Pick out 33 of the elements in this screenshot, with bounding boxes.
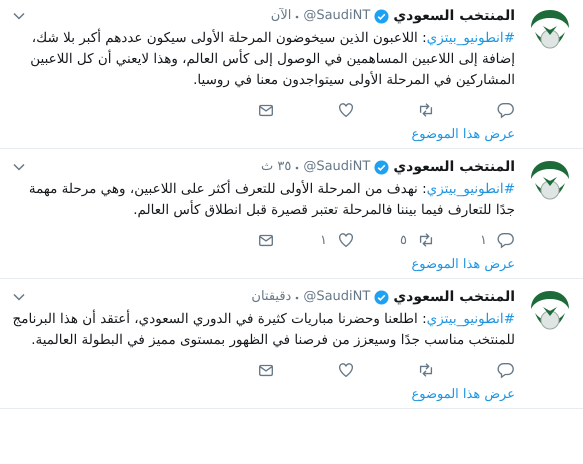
timestamp[interactable]: الآن — [270, 6, 292, 26]
speech-bubble-icon[interactable] — [497, 231, 515, 249]
speech-bubble-icon[interactable] — [497, 361, 515, 379]
action-count: ١ — [320, 232, 327, 248]
timestamp[interactable]: دقيقتان — [251, 287, 292, 307]
account-name[interactable]: المنتخب السعودي — [393, 6, 515, 26]
hashtag-link[interactable]: #انطونيو_بيتزي — [426, 30, 515, 46]
account-handle[interactable]: @SaudiNT — [303, 6, 370, 26]
retweet-icon[interactable] — [417, 361, 435, 379]
show-thread-link[interactable]: عرض هذا الموضوع — [411, 257, 515, 272]
show-thread-link[interactable]: عرض هذا الموضوع — [411, 127, 515, 142]
tweet-text: #انطونيو_بيتزي: اللاعبون الذين سيخوضون المرحلة الأولى سيكون عددهم أكبر بلا شك، إضافة إلى اللاعبين المساهمين في الوصول إلى كأس العالم، وهذا لايعني أن كل اللاعبين المشاركين في المرحلة الأولى سيتواجدون معنا في روسيا. — [29, 28, 515, 90]
separator-dot-icon — [295, 15, 300, 19]
show-thread-link[interactable]: عرض هذا الموضوع — [411, 387, 515, 402]
tweet-text: #انطونيو_بيتزي: نهدف من المرحلة الأولى للتعرف أكثر على اللاعبين، وهي مرحلة مهمة جدًا للتعارف فيما بيننا فالمرحلة تعتبر قصيرة قبل انطلاق كأس العالم. — [28, 179, 515, 220]
heart-icon[interactable] — [337, 361, 355, 379]
hashtag-link[interactable]: #انطونيو_بيتزي — [426, 311, 515, 327]
account-handle[interactable]: @SaudiNT — [303, 287, 370, 307]
heart-icon[interactable] — [337, 231, 355, 249]
separator-dot-icon — [295, 166, 300, 170]
retweet-icon[interactable] — [417, 231, 435, 249]
heart-icon[interactable] — [337, 101, 355, 119]
action-count: ٥ — [400, 232, 407, 248]
timestamp[interactable]: ٣٥ ث — [261, 157, 292, 177]
account-name[interactable]: المنتخب السعودي — [393, 287, 515, 307]
account-name[interactable]: المنتخب السعودي — [393, 157, 515, 177]
separator-dot-icon — [295, 296, 300, 300]
action-count: ١ — [480, 232, 487, 248]
hashtag-link[interactable]: #انطونيو_بيتزي — [426, 181, 515, 197]
retweet-icon[interactable] — [417, 101, 435, 119]
account-handle[interactable]: @SaudiNT — [303, 157, 370, 177]
tweet-text: #انطونيو_بيتزي: اطلعنا وحضرنا مباريات كثيرة في الدوري السعودي، أعتقد أن هذا البرنامج للمنتخب مناسب جدًا وسيعزز من فرصنا في الظهور بمستوى مميز في البطولة العالمية. — [12, 309, 515, 350]
speech-bubble-icon[interactable] — [497, 101, 515, 119]
